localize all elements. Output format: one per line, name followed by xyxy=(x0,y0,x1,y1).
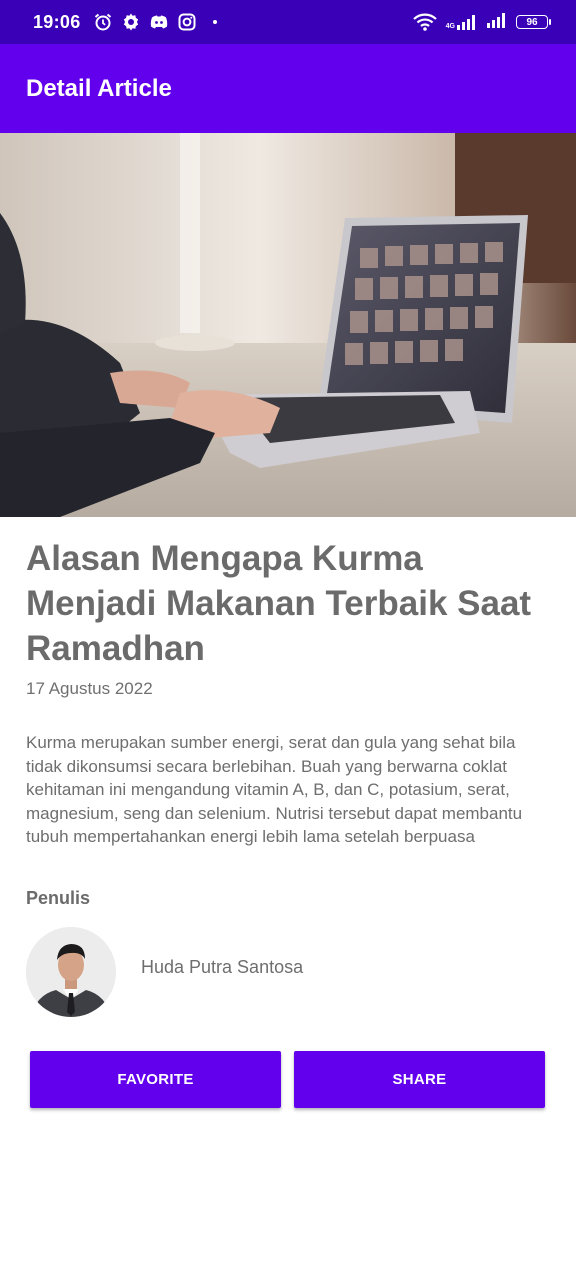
article-body: Kurma merupakan sumber energi, serat dan… xyxy=(26,733,523,846)
author-name: Huda Putra Santosa xyxy=(141,957,304,977)
discord-icon xyxy=(149,12,169,32)
article-title: Alasan Mengapa Kurma Menjadi Makanan Ter… xyxy=(26,539,532,668)
battery-indicator: 96 xyxy=(516,15,551,29)
gear-icon xyxy=(121,12,141,32)
instagram-icon xyxy=(177,12,197,32)
favorite-button[interactable]: FAVORITE xyxy=(30,1051,281,1108)
share-button[interactable]: SHARE xyxy=(294,1051,545,1108)
more-notifications-dot xyxy=(212,20,217,24)
page-title: Detail Article xyxy=(26,74,172,102)
status-bar: 19:06 4G 96 xyxy=(0,0,576,44)
app-bar: Detail Article xyxy=(0,44,576,133)
status-time: 19:06 xyxy=(33,11,81,32)
signal-icon xyxy=(486,12,508,33)
status-notification-icons xyxy=(93,12,217,32)
article-date: 17 Agustus 2022 xyxy=(26,679,153,698)
avatar xyxy=(26,927,116,1017)
status-system-icons: 4G 96 xyxy=(412,12,551,33)
author-heading: Penulis xyxy=(26,888,91,908)
alarm-icon xyxy=(93,12,113,32)
network-type-label: 4G xyxy=(445,23,455,30)
signal-4g-icon: 4G xyxy=(446,14,478,30)
article-image xyxy=(0,133,576,517)
wifi-icon xyxy=(412,12,438,32)
